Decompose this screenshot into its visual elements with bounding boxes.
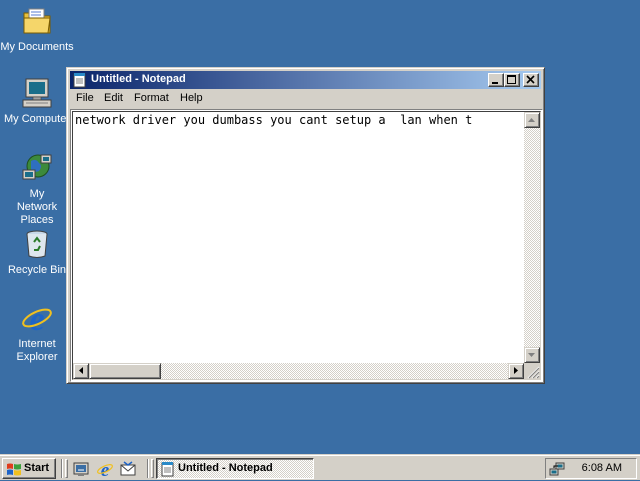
taskbar-button-label: Untitled - Notepad xyxy=(178,462,273,474)
desktop: My Documents My Computer My Network Plac… xyxy=(0,0,640,454)
internet-explorer-icon[interactable]: e xyxy=(96,460,114,481)
menu-edit[interactable]: Edit xyxy=(104,92,123,104)
desktop-icon-recycle-bin[interactable]: Recycle Bin xyxy=(0,228,74,277)
text-editor[interactable]: network driver you dumbass you cant setu… xyxy=(70,109,543,382)
desktop-icon-label: Internet Explorer xyxy=(16,338,58,363)
maximize-icon xyxy=(507,75,516,84)
show-desktop-icon[interactable] xyxy=(72,460,90,478)
svg-text:e: e xyxy=(29,302,44,334)
start-button[interactable]: Start xyxy=(2,458,56,479)
arrow-up-icon xyxy=(528,118,535,122)
scroll-left-button[interactable] xyxy=(73,363,89,379)
close-button[interactable] xyxy=(523,73,539,87)
menu-file[interactable]: File xyxy=(76,92,94,104)
title-bar[interactable]: Untitled - Notepad xyxy=(70,71,541,89)
taskbar-separator xyxy=(61,459,63,478)
menu-format[interactable]: Format xyxy=(134,92,169,104)
desktop-icon-label: My Network Places xyxy=(16,188,58,226)
start-label: Start xyxy=(24,462,50,474)
desktop-icon-my-documents[interactable]: My Documents xyxy=(0,5,74,54)
network-connection-icon[interactable] xyxy=(549,461,565,477)
resize-grip-icon xyxy=(527,366,540,379)
taskbar-button-notepad[interactable]: Untitled - Notepad xyxy=(156,458,314,479)
vertical-scrollbar[interactable] xyxy=(524,112,540,363)
minimize-button[interactable] xyxy=(488,73,504,87)
computer-icon xyxy=(21,77,53,109)
editor-text[interactable]: network driver you dumbass you cant setu… xyxy=(75,113,520,128)
minimize-icon xyxy=(492,82,498,84)
svg-text:e: e xyxy=(101,460,110,478)
clock[interactable]: 6:08 AM xyxy=(582,462,622,474)
recycle-bin-icon xyxy=(21,228,53,260)
desktop-icon-label: My Computer xyxy=(3,113,71,125)
horizontal-scroll-thumb[interactable] xyxy=(89,363,161,379)
horizontal-scrollbar[interactable] xyxy=(73,363,524,379)
system-tray: 6:08 AM xyxy=(545,458,637,479)
scroll-down-button[interactable] xyxy=(524,347,540,363)
arrow-right-icon xyxy=(514,367,518,374)
arrow-down-icon xyxy=(528,353,535,357)
desktop-icon-label: My Documents xyxy=(0,41,74,53)
desktop-icon-internet-explorer[interactable]: e Internet Explorer xyxy=(0,301,74,364)
scroll-right-button[interactable] xyxy=(508,363,524,379)
network-icon xyxy=(21,152,53,184)
toolbar-grip[interactable] xyxy=(65,459,68,478)
desktop-icon-my-computer[interactable]: My Computer xyxy=(0,77,74,126)
desktop-icon-my-network-places[interactable]: My Network Places xyxy=(0,152,74,227)
notepad-window[interactable]: Untitled - Notepad File Edit Format Help… xyxy=(66,67,545,384)
maximize-button[interactable] xyxy=(504,73,520,87)
scroll-up-button[interactable] xyxy=(524,112,540,128)
taskbar: Start e Untitled - Notepad 6:08 AM xyxy=(0,454,640,481)
notepad-icon xyxy=(72,72,88,88)
desktop-icon-label: Recycle Bin xyxy=(7,264,67,276)
menu-bar: File Edit Format Help xyxy=(70,90,541,108)
close-icon xyxy=(526,75,535,84)
window-title: Untitled - Notepad xyxy=(91,73,186,85)
taskbar-separator xyxy=(147,459,149,478)
internet-explorer-icon: e xyxy=(21,301,53,338)
folder-documents-icon xyxy=(21,5,53,37)
notepad-icon xyxy=(161,462,174,477)
toolbar-grip[interactable] xyxy=(151,459,154,478)
menu-help[interactable]: Help xyxy=(180,92,203,104)
size-grip[interactable] xyxy=(524,363,540,379)
windows-logo-icon xyxy=(7,463,21,476)
outlook-express-icon[interactable] xyxy=(119,460,137,478)
arrow-left-icon xyxy=(79,367,83,374)
